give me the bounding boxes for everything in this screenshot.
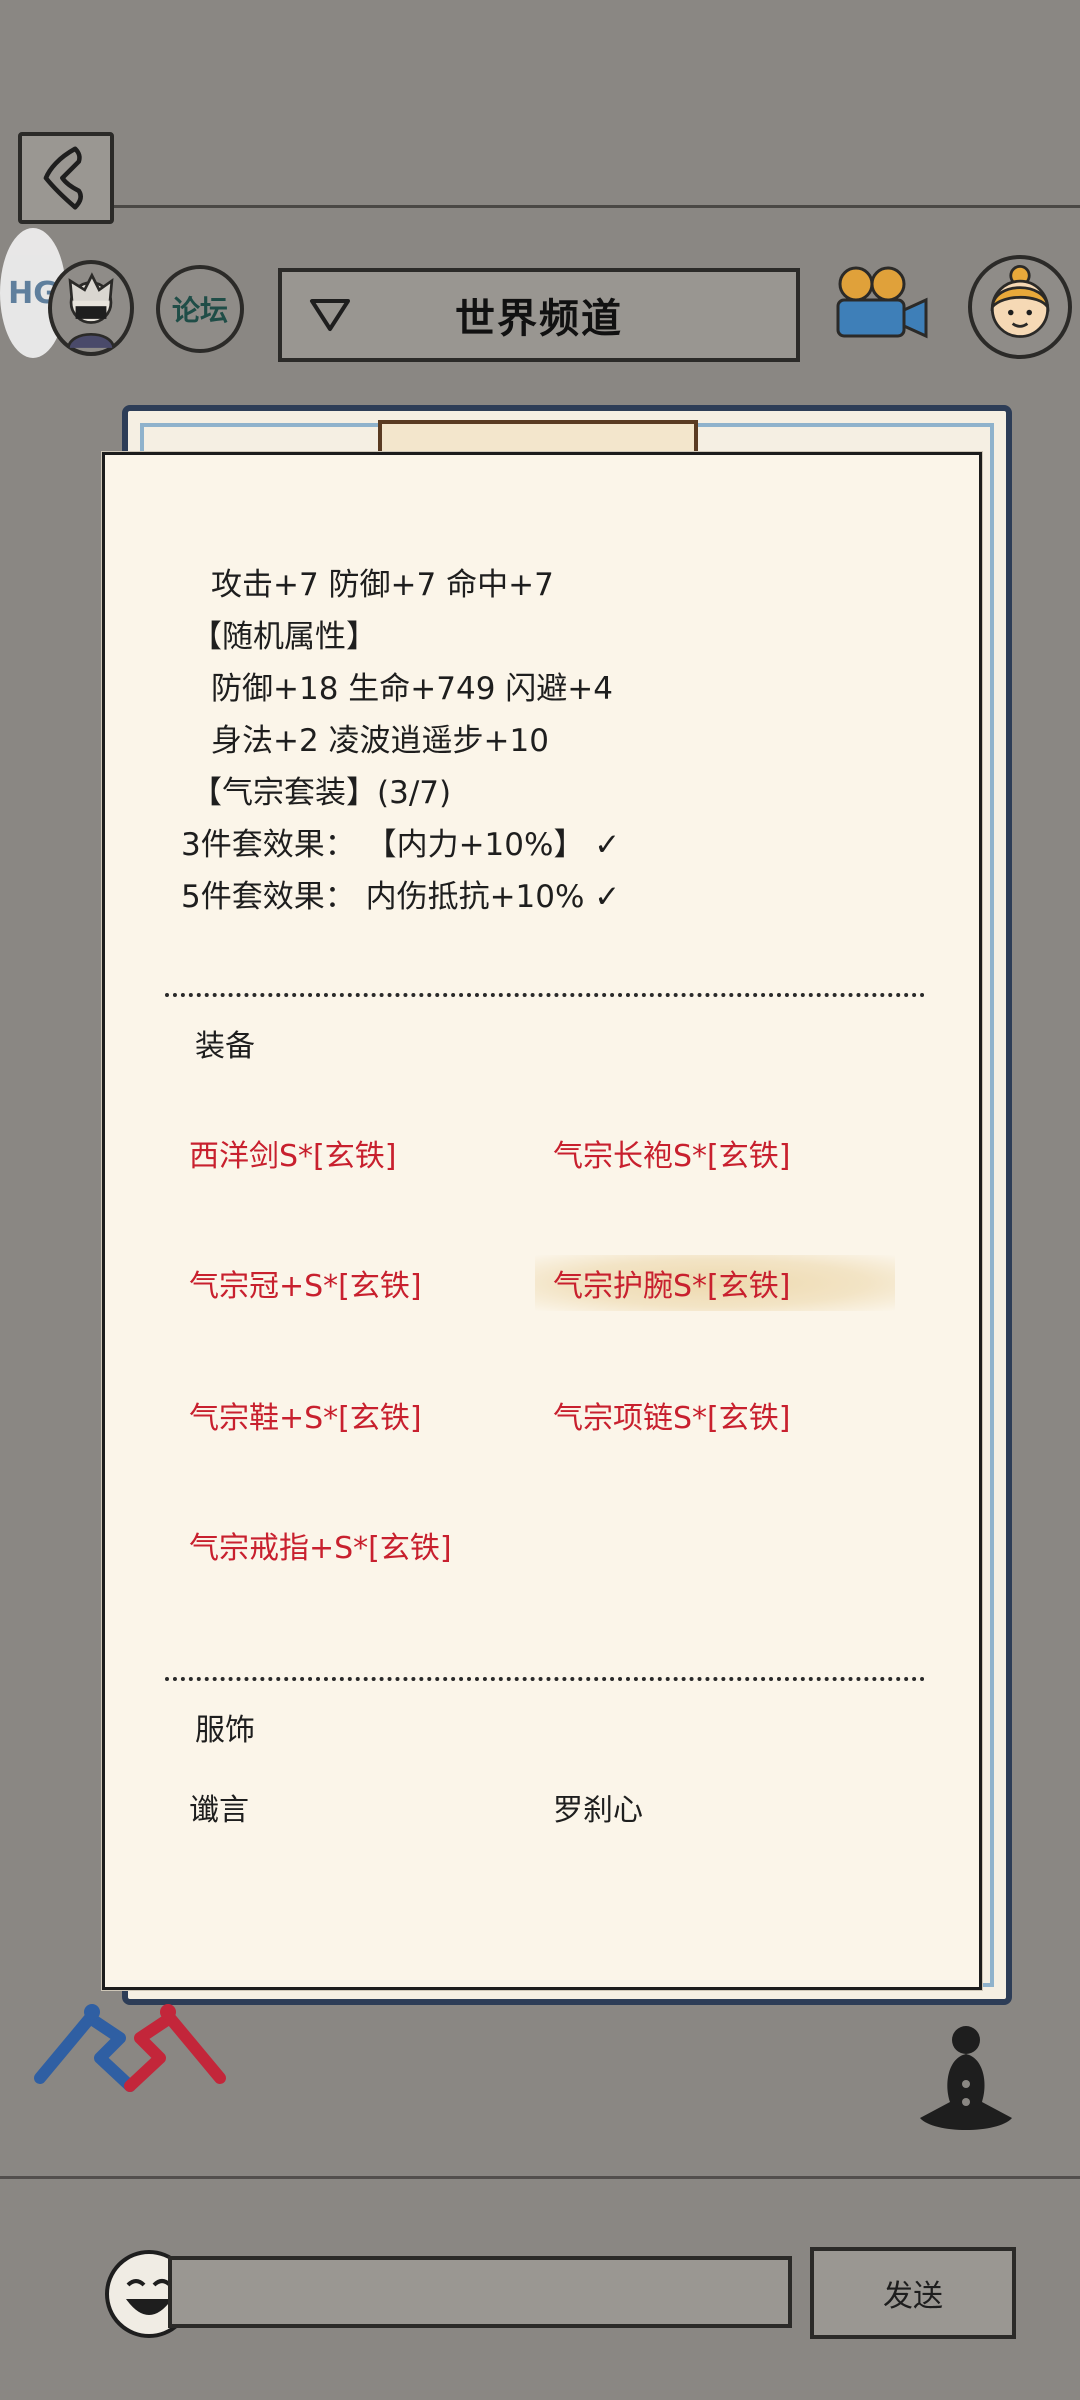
set-effect-3: 3件套效果： 【内力+10%】 ✓ (181, 827, 621, 863)
back-arrow-icon (43, 146, 83, 210)
forum-label: 论坛 (171, 294, 228, 327)
equipment-item[interactable]: 气宗项链S*[玄铁] (553, 1393, 790, 1437)
player-avatar[interactable] (48, 260, 134, 356)
random-stats-line-2: 身法+2 凌波逍遥步+10 (211, 723, 549, 759)
costume-item[interactable]: 罗刹心 (553, 1785, 643, 1829)
service-avatar[interactable] (968, 255, 1072, 359)
top-divider (80, 205, 1080, 208)
equipment-item[interactable]: 气宗护腕S*[玄铁] (553, 1261, 790, 1305)
send-label: 发送 (883, 2279, 943, 2314)
camera-icon (836, 266, 928, 339)
channel-title: 世界频道 (455, 296, 623, 342)
girl-avatar-icon (990, 265, 1050, 338)
random-stats-line-1: 防御+18 生命+749 闪避+4 (211, 671, 613, 707)
equipment-item[interactable]: 气宗冠+S*[玄铁] (189, 1261, 422, 1305)
section-divider (165, 993, 925, 997)
equipment-item[interactable]: 西洋剑S*[玄铁] (189, 1131, 396, 1175)
meditation-icon (920, 2026, 1012, 2130)
set-heading: 【气宗套装】(3/7) (191, 775, 452, 811)
section-divider (165, 1677, 925, 1681)
chat-input[interactable] (168, 2256, 792, 2328)
ninja-avatar-icon (66, 272, 116, 349)
player-info-card: 攻击+7 防御+7 命中+7 【随机属性】 防御+18 生命+749 闪避+4 … (102, 452, 982, 1990)
meditation-button[interactable] (904, 2018, 1028, 2142)
costume-item[interactable]: 谶言 (189, 1785, 249, 1829)
pvp-button[interactable] (30, 1998, 230, 2094)
forum-button[interactable]: 论坛 (156, 265, 244, 353)
costume-title: 服饰 (195, 1713, 255, 1748)
pvp-fighters-icon (34, 2004, 226, 2092)
equipment-item[interactable]: 气宗鞋+S*[玄铁] (189, 1393, 422, 1437)
set-effect-5: 5件套效果： 内伤抵抗+10% ✓ (181, 879, 621, 915)
channel-selector[interactable]: 世界频道 (278, 268, 800, 362)
back-button[interactable] (18, 132, 114, 224)
equipment-item[interactable]: 气宗戒指+S*[玄铁] (189, 1523, 452, 1567)
random-attributes-heading: 【随机属性】 (191, 619, 377, 655)
bottom-divider (0, 2176, 1080, 2179)
equipment-item[interactable]: 气宗长袍S*[玄铁] (553, 1131, 790, 1175)
send-button[interactable]: 发送 (810, 2247, 1016, 2339)
video-camera-button[interactable] (826, 262, 932, 352)
equipment-title: 装备 (195, 1029, 255, 1064)
base-stats-line: 攻击+7 防御+7 命中+7 (211, 567, 554, 603)
